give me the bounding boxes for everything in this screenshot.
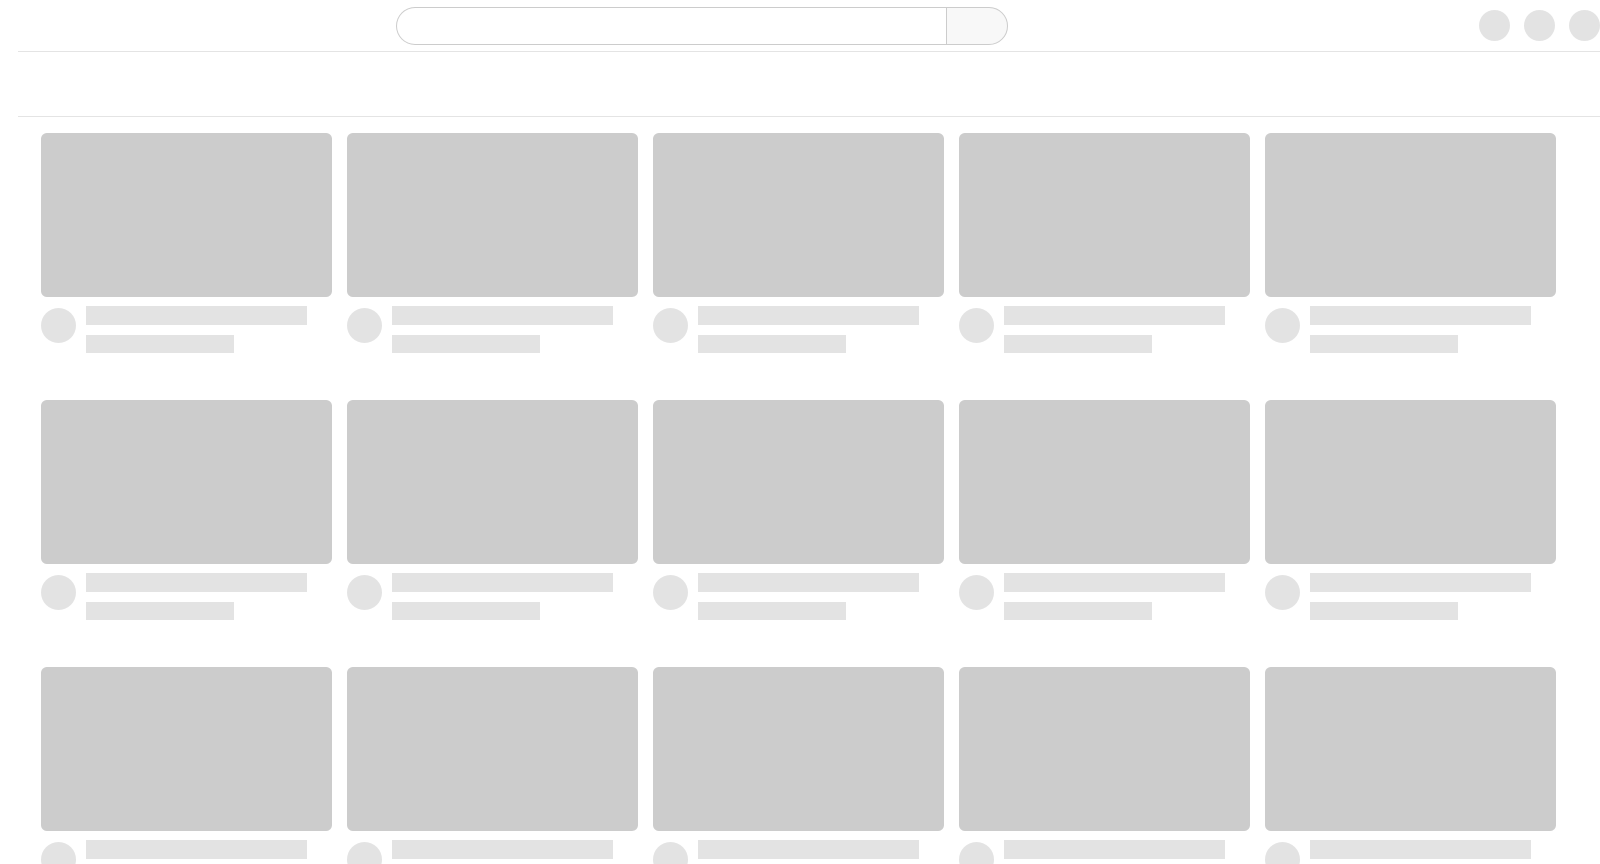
video-meta-placeholder xyxy=(959,564,1250,621)
channel-avatar-placeholder xyxy=(959,575,994,610)
subtitle-placeholder xyxy=(1310,602,1458,620)
channel-avatar-placeholder xyxy=(41,842,76,864)
video-meta-placeholder xyxy=(1265,564,1556,621)
thumbnail-placeholder xyxy=(347,667,638,831)
video-card-placeholder[interactable] xyxy=(1265,667,1556,864)
title-placeholder xyxy=(698,840,919,859)
subtitle-placeholder xyxy=(698,602,846,620)
header-actions xyxy=(1479,10,1600,42)
video-card-placeholder[interactable] xyxy=(41,667,332,864)
header-action-1-placeholder[interactable] xyxy=(1479,10,1510,41)
thumbnail-placeholder xyxy=(653,133,944,297)
video-meta-placeholder xyxy=(41,564,332,621)
title-placeholder xyxy=(698,306,919,325)
video-card-placeholder[interactable] xyxy=(41,400,332,621)
title-placeholder xyxy=(392,306,613,325)
video-meta-placeholder xyxy=(653,564,944,621)
channel-avatar-placeholder xyxy=(1265,308,1300,343)
search-button[interactable] xyxy=(946,7,1008,45)
video-meta-placeholder xyxy=(347,564,638,621)
header-action-2-placeholder[interactable] xyxy=(1524,10,1555,41)
video-meta-placeholder xyxy=(347,831,638,864)
thumbnail-placeholder xyxy=(959,667,1250,831)
video-meta-placeholder xyxy=(41,831,332,864)
thumbnail-placeholder xyxy=(347,133,638,297)
thumbnail-placeholder xyxy=(41,667,332,831)
title-placeholder xyxy=(1004,306,1225,325)
video-card-placeholder[interactable] xyxy=(653,133,944,354)
video-meta-placeholder xyxy=(347,297,638,354)
subtitle-placeholder xyxy=(1004,335,1152,353)
subtitle-placeholder xyxy=(698,335,846,353)
title-placeholder xyxy=(1310,573,1531,592)
title-placeholder xyxy=(392,840,613,859)
video-card-placeholder[interactable] xyxy=(347,400,638,621)
video-card-placeholder[interactable] xyxy=(1265,133,1556,354)
channel-avatar-placeholder xyxy=(653,842,688,864)
subtitle-placeholder xyxy=(86,335,234,353)
video-grid xyxy=(41,133,1557,864)
video-card-placeholder[interactable] xyxy=(959,667,1250,864)
video-meta-placeholder xyxy=(959,297,1250,354)
thumbnail-placeholder xyxy=(1265,400,1556,564)
thumbnail-placeholder xyxy=(41,400,332,564)
top-bar xyxy=(18,0,1600,52)
thumbnail-placeholder xyxy=(653,400,944,564)
video-meta-placeholder xyxy=(1265,297,1556,354)
video-card-placeholder[interactable] xyxy=(959,400,1250,621)
search-bar xyxy=(396,7,1008,45)
channel-avatar-placeholder xyxy=(41,575,76,610)
channel-avatar-placeholder xyxy=(653,308,688,343)
video-meta-placeholder xyxy=(653,831,944,864)
thumbnail-placeholder xyxy=(347,400,638,564)
video-card-placeholder[interactable] xyxy=(1265,400,1556,621)
channel-avatar-placeholder xyxy=(959,842,994,864)
thumbnail-placeholder xyxy=(653,667,944,831)
channel-avatar-placeholder xyxy=(653,575,688,610)
header-action-3-placeholder[interactable] xyxy=(1569,10,1600,41)
chip-bar xyxy=(18,52,1600,117)
subtitle-placeholder xyxy=(392,335,540,353)
subtitle-placeholder xyxy=(86,602,234,620)
video-meta-placeholder xyxy=(653,297,944,354)
video-card-placeholder[interactable] xyxy=(653,667,944,864)
video-card-placeholder[interactable] xyxy=(653,400,944,621)
thumbnail-placeholder xyxy=(41,133,332,297)
video-card-placeholder[interactable] xyxy=(41,133,332,354)
title-placeholder xyxy=(1310,840,1531,859)
thumbnail-placeholder xyxy=(1265,667,1556,831)
thumbnail-placeholder xyxy=(959,133,1250,297)
channel-avatar-placeholder xyxy=(959,308,994,343)
search-input[interactable] xyxy=(396,7,946,45)
channel-avatar-placeholder xyxy=(347,842,382,864)
video-meta-placeholder xyxy=(1265,831,1556,864)
video-meta-placeholder xyxy=(41,297,332,354)
title-placeholder xyxy=(86,840,307,859)
title-placeholder xyxy=(1004,840,1225,859)
channel-avatar-placeholder xyxy=(1265,575,1300,610)
video-meta-placeholder xyxy=(959,831,1250,864)
title-placeholder xyxy=(1310,306,1531,325)
title-placeholder xyxy=(86,573,307,592)
subtitle-placeholder xyxy=(1004,602,1152,620)
thumbnail-placeholder xyxy=(959,400,1250,564)
video-card-placeholder[interactable] xyxy=(959,133,1250,354)
page xyxy=(0,0,1600,864)
channel-avatar-placeholder xyxy=(347,575,382,610)
subtitle-placeholder xyxy=(1310,335,1458,353)
video-card-placeholder[interactable] xyxy=(347,667,638,864)
title-placeholder xyxy=(86,306,307,325)
channel-avatar-placeholder xyxy=(1265,842,1300,864)
title-placeholder xyxy=(392,573,613,592)
title-placeholder xyxy=(698,573,919,592)
subtitle-placeholder xyxy=(392,602,540,620)
video-card-placeholder[interactable] xyxy=(347,133,638,354)
title-placeholder xyxy=(1004,573,1225,592)
channel-avatar-placeholder xyxy=(347,308,382,343)
thumbnail-placeholder xyxy=(1265,133,1556,297)
channel-avatar-placeholder xyxy=(41,308,76,343)
